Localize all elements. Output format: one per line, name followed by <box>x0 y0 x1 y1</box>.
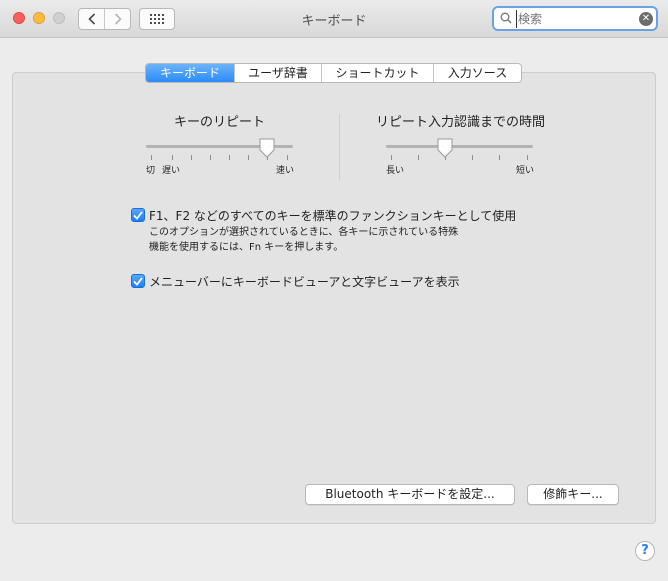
section-divider <box>339 114 340 180</box>
delay-until-repeat-label: リピート入力認識までの時間 <box>376 115 546 130</box>
checkmark-icon <box>133 276 143 286</box>
modifier-keys-button[interactable]: 修飾キー... <box>527 484 619 505</box>
slider-tick <box>287 155 288 160</box>
bluetooth-keyboard-setup-button[interactable]: Bluetooth キーボードを設定... <box>305 484 515 505</box>
fn-keys-description-line1: このオプションが選択されているときに、各キーに示されている特殊 <box>149 227 459 238</box>
search-input[interactable] <box>516 10 628 28</box>
delay-short-label: 短い <box>516 166 535 176</box>
title-bar: キーボード ✕ <box>0 0 668 38</box>
slider-tick <box>191 155 192 160</box>
slider-tick <box>391 155 392 160</box>
show-viewer-label[interactable]: メニューバーにキーボードビューアと文字ビューアを表示 <box>149 273 460 290</box>
slider-tick <box>210 155 211 160</box>
fn-keys-description-line2: 機能を使用するには、Fn キーを押します。 <box>149 242 344 253</box>
slider-tick <box>472 155 473 160</box>
slider-tick <box>248 155 249 160</box>
tab-user-dictionary[interactable]: ユーザ辞書 <box>234 64 321 82</box>
fn-keys-label[interactable]: F1、F2 などのすべてのキーを標準のファンクションキーとして使用 <box>149 207 516 224</box>
delay-long-label: 長い <box>386 166 405 176</box>
help-button[interactable]: ? <box>635 541 655 561</box>
key-repeat-off-label: 切 <box>146 166 156 176</box>
content-panel <box>12 72 656 524</box>
key-repeat-slider-knob[interactable] <box>258 138 276 158</box>
tab-input-sources[interactable]: 入力ソース <box>433 64 521 82</box>
slider-tick <box>418 155 419 160</box>
slider-tick <box>151 155 152 160</box>
slider-tick <box>172 155 173 160</box>
fn-keys-checkbox[interactable] <box>131 208 145 222</box>
slider-tick <box>499 155 500 160</box>
tab-bar: キーボード ユーザ辞書 ショートカット 入力ソース <box>145 63 522 83</box>
tab-shortcuts[interactable]: ショートカット <box>321 64 433 82</box>
slider-tick <box>229 155 230 160</box>
tab-keyboard[interactable]: キーボード <box>146 64 234 82</box>
slider-tick <box>527 155 528 160</box>
delay-until-repeat-slider-knob[interactable] <box>436 138 454 158</box>
key-repeat-fast-label: 速い <box>276 166 295 176</box>
key-repeat-slow-label: 遅い <box>162 166 181 176</box>
checkmark-icon <box>133 210 143 220</box>
clear-search-icon[interactable]: ✕ <box>639 12 653 26</box>
delay-until-repeat-slider[interactable] <box>386 145 533 148</box>
show-viewer-checkbox[interactable] <box>131 274 145 288</box>
search-icon <box>500 12 512 24</box>
search-field[interactable]: ✕ <box>492 6 658 31</box>
key-repeat-label: キーのリピート <box>174 115 266 130</box>
